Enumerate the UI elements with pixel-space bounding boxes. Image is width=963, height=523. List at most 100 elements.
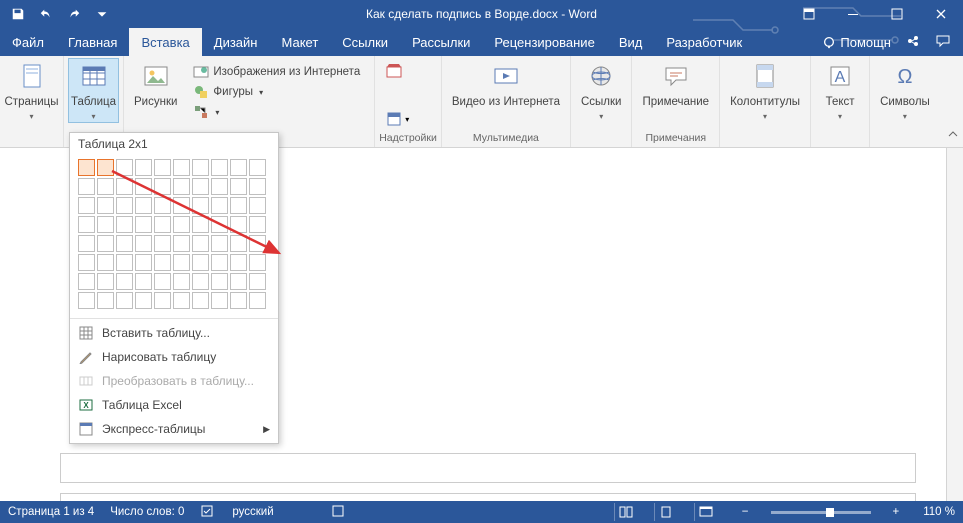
tab-layout[interactable]: Макет [269,28,330,56]
grid-cell[interactable] [97,273,114,290]
grid-cell[interactable] [249,273,266,290]
grid-cell[interactable] [78,273,95,290]
grid-cell[interactable] [154,235,171,252]
grid-cell[interactable] [78,197,95,214]
tab-developer[interactable]: Разработчик [654,28,754,56]
grid-cell[interactable] [116,197,133,214]
grid-cell[interactable] [173,216,190,233]
grid-cell[interactable] [249,197,266,214]
grid-cell[interactable] [154,216,171,233]
pictures-button[interactable]: Рисунки [128,58,183,110]
zoom-level[interactable]: 110 % [923,506,955,518]
tab-mailings[interactable]: Рассылки [400,28,482,56]
comment-button[interactable]: Примечание [636,58,715,110]
grid-cell[interactable] [249,216,266,233]
tab-references[interactable]: Ссылки [330,28,400,56]
table-button[interactable]: Таблица ▾ [68,58,119,123]
grid-cell[interactable] [192,197,209,214]
table-size-grid[interactable] [78,159,270,310]
tell-me[interactable]: Помощн [822,35,891,50]
grid-cell[interactable] [116,178,133,195]
grid-cell[interactable] [211,292,228,309]
grid-cell[interactable] [154,292,171,309]
grid-cell[interactable] [249,159,266,176]
grid-cell[interactable] [192,178,209,195]
shapes-button[interactable]: Фигуры▾ [189,82,364,102]
view-read-icon[interactable] [614,503,638,521]
draw-table-item[interactable]: Нарисовать таблицу [70,345,278,369]
grid-cell[interactable] [97,235,114,252]
word-count[interactable]: Число слов: 0 [110,506,184,518]
grid-cell[interactable] [135,254,152,271]
grid-cell[interactable] [211,178,228,195]
grid-cell[interactable] [97,178,114,195]
grid-cell[interactable] [211,254,228,271]
grid-cell[interactable] [230,254,247,271]
grid-cell[interactable] [97,254,114,271]
store-icon[interactable] [385,62,409,85]
grid-cell[interactable] [230,235,247,252]
tab-home[interactable]: Главная [56,28,129,56]
grid-cell[interactable] [116,235,133,252]
grid-cell[interactable] [249,254,266,271]
grid-cell[interactable] [211,235,228,252]
grid-cell[interactable] [78,292,95,309]
tab-insert[interactable]: Вставка [129,28,201,56]
vertical-scrollbar[interactable] [946,148,963,501]
grid-cell[interactable] [230,292,247,309]
tab-review[interactable]: Рецензирование [482,28,606,56]
grid-cell[interactable] [173,178,190,195]
spellcheck-icon[interactable] [200,504,216,521]
headers-button[interactable]: Колонтитулы ▾ [724,58,806,123]
grid-cell[interactable] [173,292,190,309]
smartart-button[interactable]: ▾ [189,102,364,122]
grid-cell[interactable] [230,197,247,214]
zoom-in-button[interactable]: + [893,506,900,518]
grid-cell[interactable] [78,216,95,233]
grid-cell[interactable] [192,273,209,290]
text-button[interactable]: A Текст ▾ [815,58,865,123]
grid-cell[interactable] [97,216,114,233]
grid-cell[interactable] [78,235,95,252]
grid-cell[interactable] [211,273,228,290]
grid-cell[interactable] [192,292,209,309]
grid-cell[interactable] [135,216,152,233]
grid-cell[interactable] [192,235,209,252]
grid-cell[interactable] [249,178,266,195]
online-video-button[interactable]: Видео из Интернета [446,58,566,111]
collapse-ribbon-icon[interactable] [947,127,959,145]
grid-cell[interactable] [230,273,247,290]
grid-cell[interactable] [173,159,190,176]
grid-cell[interactable] [173,197,190,214]
tab-view[interactable]: Вид [607,28,655,56]
grid-cell[interactable] [116,292,133,309]
excel-table-item[interactable]: XТаблица Excel [70,393,278,417]
grid-cell[interactable] [97,292,114,309]
grid-cell[interactable] [192,254,209,271]
minimize-button[interactable] [831,0,875,28]
grid-cell[interactable] [97,159,114,176]
grid-cell[interactable] [249,235,266,252]
grid-cell[interactable] [78,159,95,176]
undo-button[interactable] [34,2,58,26]
macro-icon[interactable] [330,504,346,521]
view-print-icon[interactable] [654,503,678,521]
grid-cell[interactable] [173,273,190,290]
save-button[interactable] [6,2,30,26]
share-icon[interactable] [905,33,921,52]
grid-cell[interactable] [230,159,247,176]
grid-cell[interactable] [154,197,171,214]
grid-cell[interactable] [192,216,209,233]
grid-cell[interactable] [78,178,95,195]
qat-customize[interactable] [90,2,114,26]
grid-cell[interactable] [154,159,171,176]
grid-cell[interactable] [135,273,152,290]
redo-button[interactable] [62,2,86,26]
language[interactable]: русский [232,506,273,518]
grid-cell[interactable] [154,273,171,290]
grid-cell[interactable] [230,178,247,195]
online-pictures-button[interactable]: Изображения из Интернета [189,62,364,82]
grid-cell[interactable] [116,273,133,290]
grid-cell[interactable] [97,197,114,214]
tab-design[interactable]: Дизайн [202,28,270,56]
